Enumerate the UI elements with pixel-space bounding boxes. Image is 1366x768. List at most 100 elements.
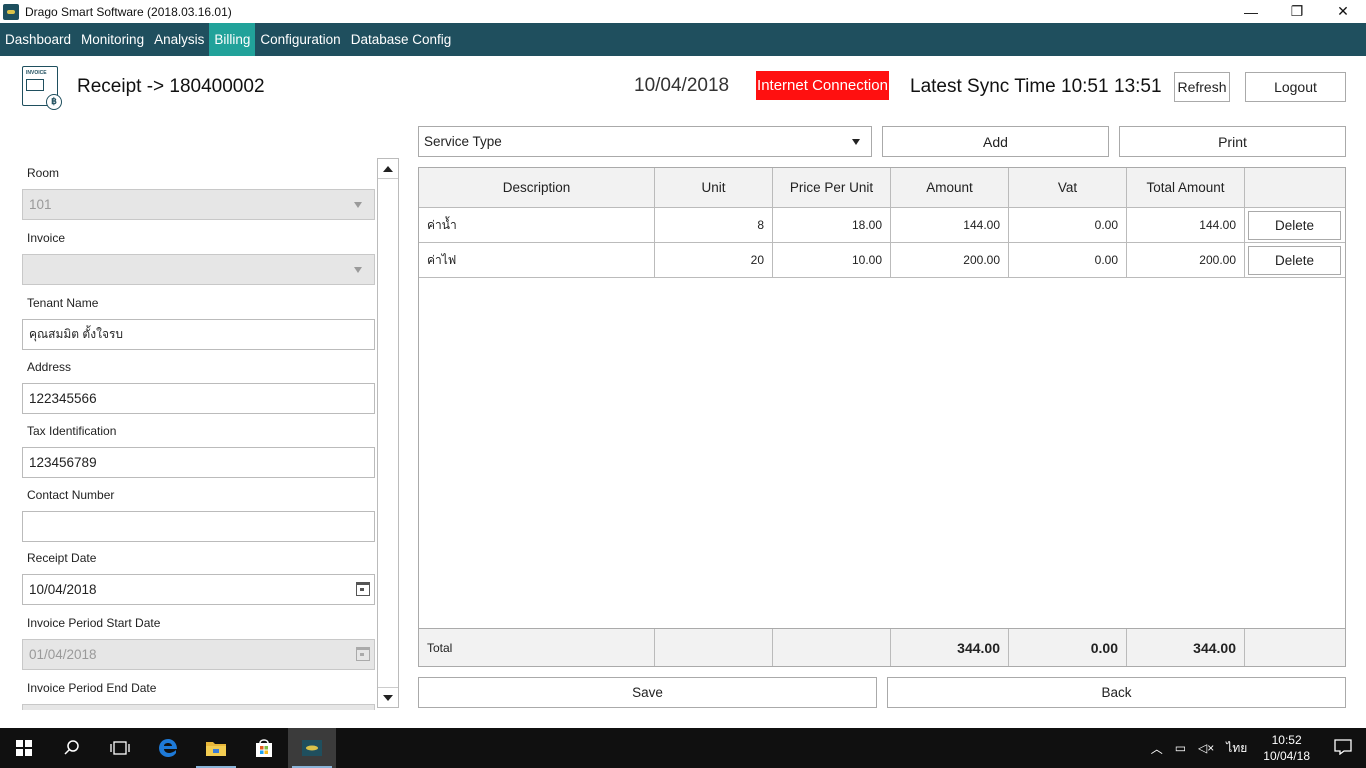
- period-end-label: Invoice Period End Date: [27, 681, 157, 695]
- address-field[interactable]: 122345566: [22, 383, 375, 414]
- period-end-picker[interactable]: [22, 704, 375, 710]
- cell-unit: 20: [655, 243, 773, 277]
- latest-sync-time: Latest Sync Time 10:51: [910, 76, 1109, 97]
- arrow-down-icon: [383, 694, 393, 701]
- folder-icon: [206, 742, 226, 756]
- column-header-price-per-unit: Price Per Unit: [773, 168, 891, 207]
- menu-item-analysis[interactable]: Analysis: [149, 23, 209, 56]
- invoice-select[interactable]: [22, 254, 375, 285]
- input-language-indicator[interactable]: ไทย: [1220, 739, 1253, 758]
- menu-bar: Dashboard Monitoring Analysis Billing Co…: [0, 23, 1366, 56]
- receipt-date-picker[interactable]: 10/04/2018: [22, 574, 375, 605]
- address-label: Address: [27, 360, 72, 374]
- scroll-up-button[interactable]: [378, 159, 398, 179]
- menu-item-monitoring[interactable]: Monitoring: [76, 23, 149, 56]
- tax-id-field[interactable]: 123456789: [22, 447, 375, 478]
- cell-price: 10.00: [773, 243, 891, 277]
- tenant-name-value: คุณสมมิต ตั้งใจรบ: [29, 327, 124, 341]
- footer-total-amount: 344.00: [1127, 629, 1245, 666]
- tenant-name-label: Tenant Name: [27, 296, 99, 310]
- scroll-thumb[interactable]: [380, 181, 396, 656]
- service-type-select[interactable]: Service Type: [418, 126, 872, 157]
- store-bag-icon: [256, 739, 272, 757]
- file-explorer-taskbar-button[interactable]: [192, 728, 240, 768]
- calendar-icon: [356, 647, 370, 661]
- action-center-icon: [1334, 738, 1352, 755]
- receipt-date-label: Receipt Date: [27, 551, 97, 565]
- drago-app-taskbar-button[interactable]: [288, 728, 336, 768]
- title-bar: Drago Smart Software (2018.03.16.01) — ❐…: [0, 0, 1366, 23]
- arrow-up-icon: [383, 165, 393, 172]
- taskbar-clock[interactable]: 10:52 10/04/18: [1253, 732, 1320, 764]
- edge-taskbar-button[interactable]: [144, 728, 192, 768]
- search-icon: [64, 740, 79, 755]
- save-button[interactable]: Save: [418, 677, 877, 708]
- footer-action: [1245, 629, 1345, 666]
- column-header-vat: Vat: [1009, 168, 1127, 207]
- delete-row-button[interactable]: Delete: [1248, 245, 1341, 275]
- receipt-form: Room 101 Invoice Tenant Name คุณสมมิต ตั…: [0, 118, 400, 710]
- scroll-down-button[interactable]: [378, 687, 398, 707]
- task-view-icon: [110, 741, 130, 755]
- room-select[interactable]: 101: [22, 189, 375, 220]
- page-title: Receipt -> 180400002: [77, 76, 265, 97]
- cell-action: Delete: [1245, 208, 1345, 242]
- menu-item-configuration[interactable]: Configuration: [255, 23, 345, 56]
- period-start-picker[interactable]: 01/04/2018: [22, 639, 375, 670]
- show-hidden-icons-chevron-icon[interactable]: ︿: [1145, 740, 1169, 757]
- address-value: 122345566: [29, 391, 97, 406]
- invoice-label: Invoice: [27, 231, 66, 245]
- system-tray: ︿ ▭ ◁× ไทย 10:52 10/04/18: [1145, 728, 1366, 768]
- window-controls: — ❐ ✕: [1228, 0, 1366, 23]
- table-row[interactable]: ค่าไฟ 20 10.00 200.00 0.00 200.00 Delete: [419, 243, 1345, 278]
- refresh-button[interactable]: Refresh: [1174, 72, 1230, 102]
- period-start-label: Invoice Period Start Date: [27, 616, 161, 630]
- windows-taskbar: ︿ ▭ ◁× ไทย 10:52 10/04/18: [0, 728, 1366, 768]
- table-row[interactable]: ค่าน้ำ 8 18.00 144.00 0.00 144.00 Delete: [419, 208, 1345, 243]
- contact-number-field[interactable]: [22, 511, 375, 542]
- service-type-placeholder: Service Type: [424, 134, 502, 149]
- cell-amount: 144.00: [891, 208, 1009, 242]
- column-header-total-amount: Total Amount: [1127, 168, 1245, 207]
- power-network-icon[interactable]: ▭: [1169, 741, 1192, 755]
- room-label: Room: [27, 166, 60, 180]
- column-header-amount: Amount: [891, 168, 1009, 207]
- cell-price: 18.00: [773, 208, 891, 242]
- form-scrollbar[interactable]: [377, 158, 399, 708]
- start-button[interactable]: [0, 728, 48, 768]
- back-button[interactable]: Back: [887, 677, 1346, 708]
- header-date: 10/04/2018: [634, 75, 730, 96]
- cell-total: 144.00: [1127, 208, 1245, 242]
- room-value: 101: [29, 197, 52, 212]
- minimize-button[interactable]: —: [1228, 0, 1274, 23]
- calendar-icon[interactable]: [356, 582, 370, 596]
- task-view-button[interactable]: [96, 728, 144, 768]
- search-button[interactable]: [48, 728, 96, 768]
- taskbar-date: 10/04/18: [1263, 749, 1310, 763]
- table-header-row: Description Unit Price Per Unit Amount V…: [419, 168, 1345, 208]
- cell-description: ค่าไฟ: [419, 243, 655, 277]
- tenant-name-field[interactable]: คุณสมมิต ตั้งใจรบ: [22, 319, 375, 350]
- delete-row-button[interactable]: Delete: [1248, 210, 1341, 240]
- print-button[interactable]: Print: [1119, 126, 1346, 157]
- menu-item-billing[interactable]: Billing: [209, 23, 256, 56]
- footer-amount: 344.00: [891, 629, 1009, 666]
- store-taskbar-button[interactable]: [240, 728, 288, 768]
- menu-item-dashboard[interactable]: Dashboard: [0, 23, 76, 56]
- cell-total: 200.00: [1127, 243, 1245, 277]
- restore-button[interactable]: ❐: [1274, 0, 1320, 23]
- app-icon: [3, 3, 19, 20]
- add-button[interactable]: Add: [882, 126, 1109, 157]
- edge-browser-icon: [159, 739, 177, 757]
- notifications-icon[interactable]: [1320, 738, 1366, 758]
- chevron-down-icon: [354, 202, 362, 208]
- menu-item-database-config[interactable]: Database Config: [346, 23, 457, 56]
- tax-id-value: 123456789: [29, 455, 97, 470]
- logout-button[interactable]: Logout: [1245, 72, 1346, 102]
- drago-app-icon: [302, 740, 322, 756]
- footer-total-label: Total: [419, 629, 655, 666]
- chevron-down-icon: [354, 267, 362, 273]
- close-button[interactable]: ✕: [1320, 0, 1366, 23]
- footer-unit: [655, 629, 773, 666]
- volume-muted-icon[interactable]: ◁×: [1192, 741, 1220, 755]
